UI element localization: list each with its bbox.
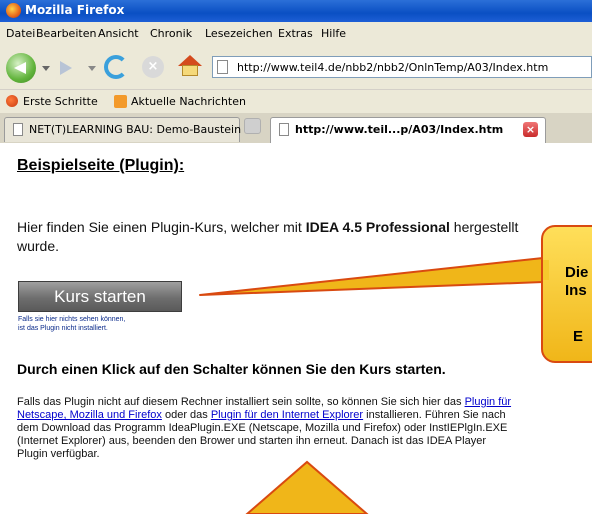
callout-text-line3: E	[573, 328, 584, 345]
callout-text-line2: Ins	[565, 282, 587, 299]
callout-pointer-cover	[543, 260, 549, 280]
callout-text-line1: Die	[565, 264, 589, 281]
